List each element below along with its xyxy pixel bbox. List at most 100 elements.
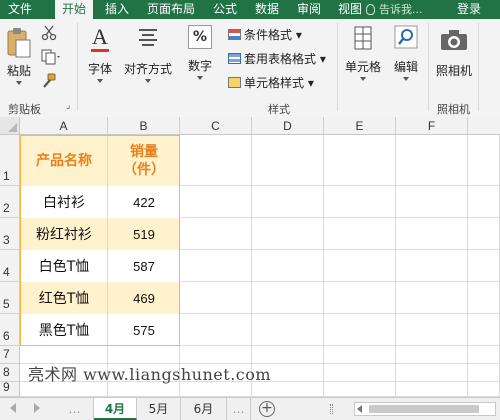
empty-cell[interactable]: [252, 135, 324, 186]
cut-button[interactable]: [40, 25, 58, 44]
empty-cell[interactable]: [180, 314, 252, 346]
empty-cell[interactable]: [396, 186, 468, 218]
empty-cell[interactable]: [468, 364, 500, 382]
cell-styles-button[interactable]: 单元格样式 ▾: [228, 74, 314, 91]
login-button[interactable]: 登录: [450, 0, 488, 19]
empty-cell[interactable]: [396, 346, 468, 364]
table-header-sales[interactable]: 销量 （件）: [108, 135, 180, 186]
empty-cell[interactable]: [180, 135, 252, 186]
empty-cell[interactable]: [396, 382, 468, 397]
column-header-c[interactable]: C: [180, 117, 252, 135]
cells-button[interactable]: 单元格: [343, 25, 383, 81]
empty-cell[interactable]: [324, 346, 396, 364]
scroll-left-arrow-icon[interactable]: [357, 405, 362, 413]
empty-cell[interactable]: [180, 186, 252, 218]
empty-cell[interactable]: [396, 314, 468, 346]
column-header-g[interactable]: [468, 117, 500, 135]
row-header[interactable]: 7: [0, 346, 20, 364]
empty-cell[interactable]: [468, 346, 500, 364]
column-header-a[interactable]: A: [20, 117, 108, 135]
empty-cell[interactable]: [468, 250, 500, 282]
menu-insert[interactable]: 插入: [100, 0, 134, 19]
empty-cell[interactable]: [252, 218, 324, 250]
row-header[interactable]: 1: [0, 135, 20, 186]
cell-product[interactable]: 白色T恤: [20, 250, 108, 282]
menu-file[interactable]: 文件: [0, 0, 40, 19]
cell-product[interactable]: 粉红衬衫: [20, 218, 108, 250]
empty-cell[interactable]: [324, 364, 396, 382]
scroll-right-icon[interactable]: [34, 403, 40, 413]
menu-view[interactable]: 视图: [333, 0, 367, 19]
empty-cell[interactable]: [324, 314, 396, 346]
empty-cell[interactable]: [468, 382, 500, 397]
cell-sales[interactable]: 422: [108, 186, 180, 218]
empty-cell[interactable]: [468, 186, 500, 218]
empty-cell[interactable]: [324, 250, 396, 282]
empty-cell[interactable]: [396, 135, 468, 186]
empty-cell[interactable]: [396, 218, 468, 250]
row-header[interactable]: 5: [0, 282, 20, 314]
column-header-d[interactable]: D: [252, 117, 324, 135]
table-header-product[interactable]: 产品名称: [20, 135, 108, 186]
scrollbar-thumb[interactable]: [369, 405, 479, 413]
empty-cell[interactable]: [324, 135, 396, 186]
empty-cell[interactable]: [324, 186, 396, 218]
empty-cell[interactable]: [252, 282, 324, 314]
empty-cell[interactable]: [396, 364, 468, 382]
format-painter-button[interactable]: [40, 73, 58, 92]
font-button[interactable]: A 字体: [83, 25, 117, 83]
empty-cell[interactable]: [396, 282, 468, 314]
dialog-launcher-icon[interactable]: ⌟: [66, 101, 70, 111]
empty-cell[interactable]: [324, 218, 396, 250]
cell-sales[interactable]: 519: [108, 218, 180, 250]
select-all-corner[interactable]: [0, 117, 20, 135]
add-sheet-button[interactable]: +: [259, 401, 275, 417]
tab-april[interactable]: 4月: [94, 398, 137, 420]
menu-home[interactable]: 开始: [55, 0, 93, 19]
empty-cell[interactable]: [252, 186, 324, 218]
cell-product[interactable]: 黑色T恤: [20, 314, 108, 346]
cell-product[interactable]: 红色T恤: [20, 282, 108, 314]
tab-may[interactable]: 5月: [137, 398, 181, 420]
empty-cell[interactable]: [468, 218, 500, 250]
menu-review[interactable]: 审阅: [292, 0, 326, 19]
menu-page-layout[interactable]: 页面布局: [143, 0, 199, 19]
number-button[interactable]: % 数字: [184, 25, 216, 80]
scroll-left-icon[interactable]: [10, 403, 16, 413]
paste-button[interactable]: 粘贴: [4, 27, 34, 85]
row-header[interactable]: 3: [0, 218, 20, 250]
cell-product[interactable]: 白衬衫: [20, 186, 108, 218]
tell-me-search[interactable]: 告诉我...: [366, 0, 423, 19]
empty-cell[interactable]: [396, 250, 468, 282]
empty-cell[interactable]: [468, 314, 500, 346]
splitter-handle-icon[interactable]: [330, 404, 333, 414]
empty-cell[interactable]: [180, 282, 252, 314]
column-header-f[interactable]: F: [396, 117, 468, 135]
empty-cell[interactable]: [468, 135, 500, 186]
conditional-format-button[interactable]: 条件格式 ▾: [228, 26, 302, 43]
tab-ellipsis-right[interactable]: …: [227, 398, 251, 420]
empty-cell[interactable]: [324, 282, 396, 314]
empty-cell[interactable]: [180, 250, 252, 282]
empty-cell[interactable]: [324, 382, 396, 397]
empty-cell[interactable]: [252, 314, 324, 346]
row-header[interactable]: 6: [0, 314, 20, 346]
horizontal-scrollbar[interactable]: [354, 402, 496, 416]
tab-ellipsis[interactable]: …: [56, 398, 94, 420]
menu-formulas[interactable]: 公式: [208, 0, 242, 19]
row-header[interactable]: 9: [0, 380, 20, 397]
empty-cell[interactable]: [468, 282, 500, 314]
row-header[interactable]: 2: [0, 186, 20, 218]
column-header-b[interactable]: B: [108, 117, 180, 135]
empty-cell[interactable]: [252, 250, 324, 282]
empty-cell[interactable]: [180, 218, 252, 250]
row-header[interactable]: 4: [0, 250, 20, 282]
copy-button[interactable]: [40, 49, 62, 68]
column-header-e[interactable]: E: [324, 117, 396, 135]
cell-sales[interactable]: 575: [108, 314, 180, 346]
tab-june[interactable]: 6月: [181, 398, 227, 420]
menu-data[interactable]: 数据: [250, 0, 284, 19]
editing-button[interactable]: 编辑: [391, 25, 421, 81]
cell-sales[interactable]: 469: [108, 282, 180, 314]
alignment-button[interactable]: 对齐方式: [122, 25, 174, 83]
